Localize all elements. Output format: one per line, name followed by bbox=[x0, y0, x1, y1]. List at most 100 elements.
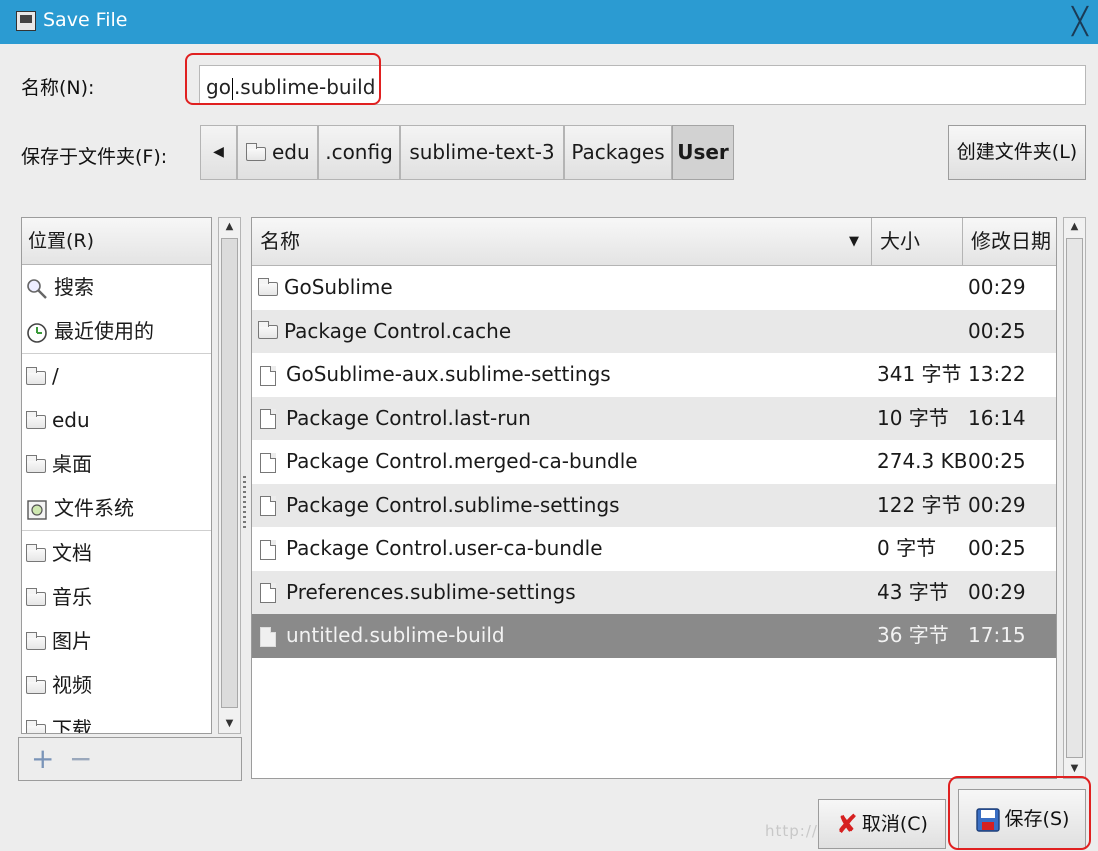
place-label: 搜索 bbox=[54, 275, 94, 299]
file-size: 10 字节 bbox=[877, 405, 949, 430]
file-name: Preferences.sublime-settings bbox=[286, 579, 576, 604]
remove-place-icon[interactable]: − bbox=[69, 742, 92, 776]
file-row[interactable]: Package Control.sublime-settings 122 字节 … bbox=[252, 483, 1056, 527]
scroll-up-icon[interactable]: ▲ bbox=[219, 218, 240, 236]
folder-icon bbox=[26, 410, 46, 429]
path-button-user[interactable]: User bbox=[672, 125, 734, 180]
file-row[interactable]: Package Control.cache 00:25 bbox=[252, 309, 1056, 353]
column-header-size[interactable]: 大小 bbox=[871, 218, 962, 265]
folder-icon bbox=[26, 631, 46, 650]
places-toolbar: + − bbox=[18, 737, 242, 781]
file-modified: 13:22 bbox=[968, 362, 1026, 386]
column-header-name[interactable]: 名称 ▼ bbox=[252, 218, 871, 265]
column-header-modified[interactable]: 修改日期 bbox=[962, 218, 1056, 265]
place-pictures[interactable]: 图片 bbox=[22, 619, 211, 663]
create-folder-button[interactable]: 创建文件夹(L) bbox=[948, 125, 1086, 180]
place-label: 文档 bbox=[52, 541, 92, 565]
file-icon bbox=[260, 496, 276, 516]
file-modified: 00:29 bbox=[968, 579, 1026, 604]
place-root[interactable]: / bbox=[22, 353, 211, 398]
place-label: 文件系统 bbox=[54, 496, 134, 520]
file-size: 36 字节 bbox=[877, 623, 949, 647]
file-size: 341 字节 bbox=[877, 362, 962, 386]
place-music[interactable]: 音乐 bbox=[22, 575, 211, 619]
file-list-header: 名称 ▼ 大小 修改日期 bbox=[252, 218, 1056, 266]
file-name: GoSublime bbox=[284, 275, 393, 299]
drive-icon bbox=[27, 499, 47, 520]
place-label: 音乐 bbox=[52, 585, 92, 609]
file-row[interactable]: Preferences.sublime-settings 43 字节 00:29 bbox=[252, 570, 1056, 614]
folder-icon bbox=[258, 321, 278, 339]
window-title: Save File bbox=[43, 9, 128, 31]
place-downloads[interactable]: 下载 bbox=[22, 707, 211, 734]
file-modified: 00:25 bbox=[968, 449, 1026, 473]
file-modified: 00:29 bbox=[968, 492, 1026, 517]
file-name: Package Control.cache bbox=[284, 318, 512, 343]
file-row[interactable]: GoSublime-aux.sublime-settings 341 字节 13… bbox=[252, 353, 1056, 397]
scroll-thumb[interactable] bbox=[1066, 238, 1083, 758]
place-recent[interactable]: 最近使用的 bbox=[22, 309, 211, 353]
column-header-label: 名称 bbox=[260, 229, 300, 253]
place-desktop[interactable]: 桌面 bbox=[22, 442, 211, 486]
file-size: 274.3 KB bbox=[877, 449, 968, 473]
file-icon bbox=[260, 452, 276, 473]
place-search[interactable]: 搜索 bbox=[22, 265, 211, 309]
places-header[interactable]: 位置(R) bbox=[22, 218, 211, 265]
path-button-packages[interactable]: Packages bbox=[564, 125, 672, 180]
scroll-up-icon[interactable]: ▲ bbox=[1064, 218, 1085, 236]
folder-icon bbox=[26, 543, 46, 562]
place-documents[interactable]: 文档 bbox=[22, 530, 211, 575]
file-name: Package Control.sublime-settings bbox=[286, 492, 620, 517]
file-icon bbox=[260, 539, 276, 560]
highlight-outline bbox=[948, 776, 1091, 850]
file-list-scrollbar[interactable]: ▲ ▼ bbox=[1063, 217, 1086, 779]
place-filesystem[interactable]: 文件系统 bbox=[22, 486, 211, 530]
file-name: Package Control.merged-ca-bundle bbox=[286, 449, 638, 473]
file-name: Package Control.user-ca-bundle bbox=[286, 536, 603, 560]
place-label: / bbox=[52, 364, 59, 388]
path-button-edu[interactable]: edu bbox=[237, 125, 318, 180]
cancel-icon: ✘ bbox=[836, 809, 858, 840]
place-label: 桌面 bbox=[52, 452, 92, 476]
file-row[interactable]: GoSublime 00:29 bbox=[252, 266, 1056, 310]
folder-icon bbox=[258, 277, 278, 296]
folder-icon bbox=[26, 366, 46, 385]
path-button-config[interactable]: .config bbox=[318, 125, 400, 180]
scroll-down-icon[interactable]: ▼ bbox=[219, 715, 240, 733]
file-row-selected[interactable]: untitled.sublime-build 36 字节 17:15 bbox=[252, 614, 1056, 658]
highlight-outline bbox=[185, 53, 381, 105]
file-size: 0 字节 bbox=[877, 536, 937, 560]
place-label: 视频 bbox=[52, 673, 92, 697]
pane-splitter-handle[interactable] bbox=[243, 476, 246, 528]
add-place-icon[interactable]: + bbox=[31, 742, 54, 776]
file-name: untitled.sublime-build bbox=[286, 623, 505, 647]
place-videos[interactable]: 视频 bbox=[22, 663, 211, 707]
place-label: 下载 bbox=[52, 717, 92, 734]
file-modified: 00:25 bbox=[968, 318, 1026, 343]
folder-icon bbox=[26, 454, 46, 473]
path-button-sublime-text-3[interactable]: sublime-text-3 bbox=[400, 125, 564, 180]
folder-icon bbox=[246, 142, 266, 161]
file-modified: 16:14 bbox=[968, 405, 1026, 430]
file-row[interactable]: Package Control.last-run 10 字节 16:14 bbox=[252, 396, 1056, 440]
path-back-button[interactable]: ◀ bbox=[200, 125, 237, 180]
file-size: 122 字节 bbox=[877, 492, 962, 517]
file-icon bbox=[260, 365, 276, 386]
recent-icon bbox=[27, 322, 47, 343]
watermark-text: http:// bbox=[765, 822, 818, 840]
file-row[interactable]: Package Control.merged-ca-bundle 274.3 K… bbox=[252, 440, 1056, 484]
places-scrollbar[interactable]: ▲ ▼ bbox=[218, 217, 241, 734]
place-edu[interactable]: edu bbox=[22, 398, 211, 442]
search-icon bbox=[27, 278, 47, 299]
file-size: 43 字节 bbox=[877, 579, 949, 604]
place-label: edu bbox=[52, 408, 90, 432]
close-icon[interactable]: ╳ bbox=[1064, 6, 1096, 38]
file-name: GoSublime-aux.sublime-settings bbox=[286, 362, 611, 386]
folder-label: 保存于文件夹(F): bbox=[21, 146, 168, 168]
scroll-thumb[interactable] bbox=[221, 238, 238, 708]
file-icon bbox=[260, 583, 276, 603]
cancel-button[interactable]: ✘ 取消(C) bbox=[818, 799, 946, 849]
file-row[interactable]: Package Control.user-ca-bundle 0 字节 00:2… bbox=[252, 527, 1056, 571]
file-modified: 17:15 bbox=[968, 623, 1026, 647]
title-bar: Save File ╳ bbox=[0, 0, 1098, 44]
